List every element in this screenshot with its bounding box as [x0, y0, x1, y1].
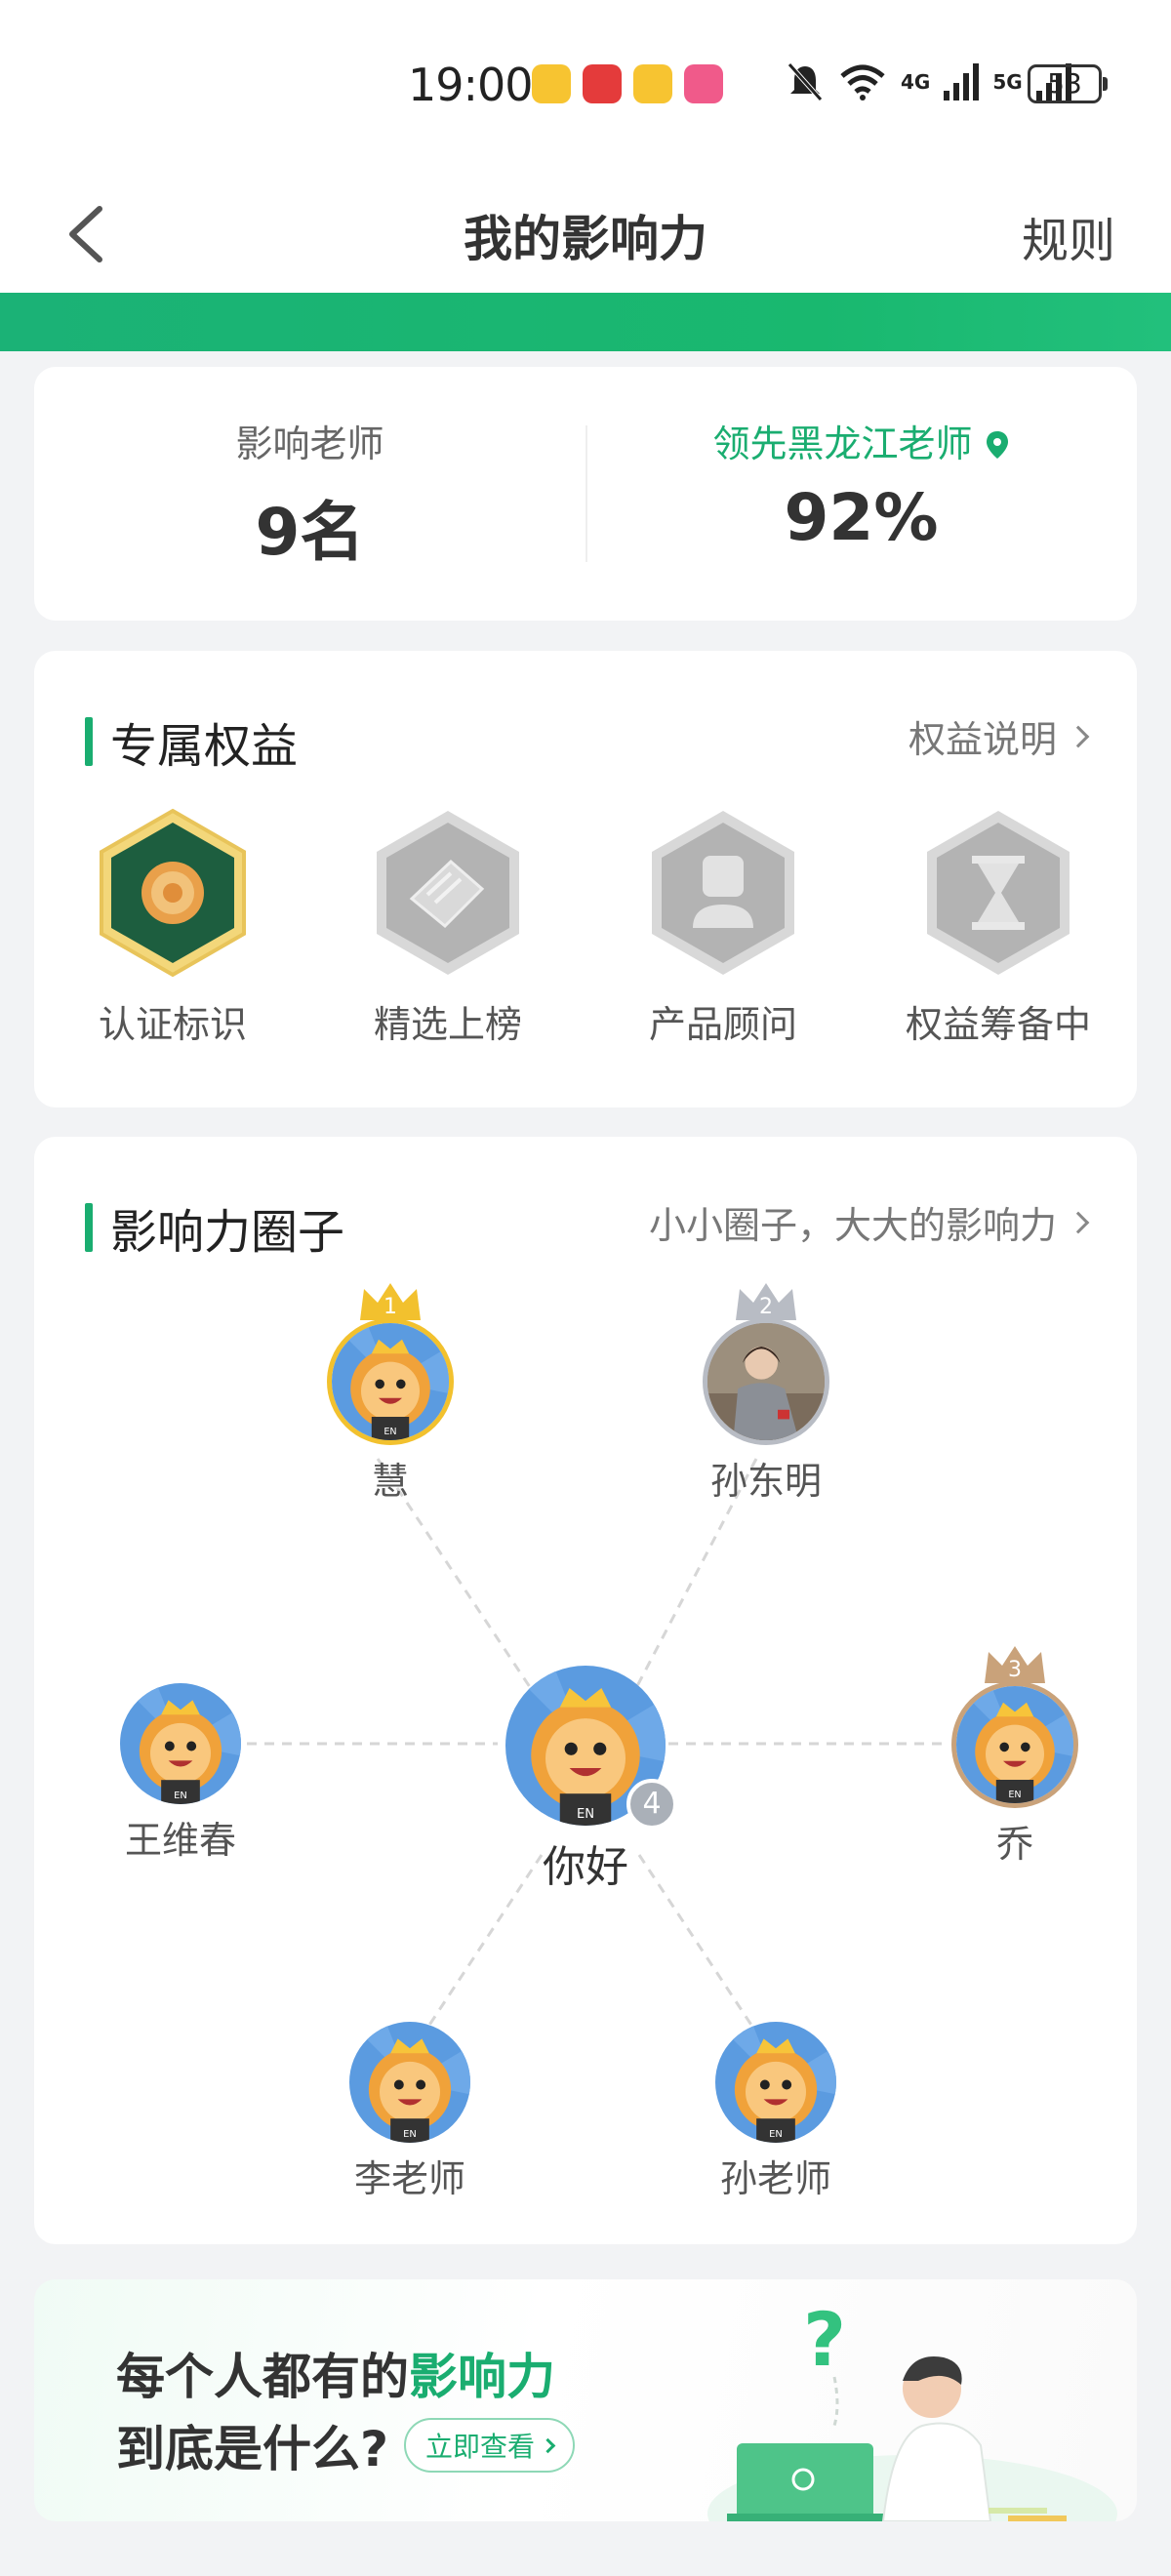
- promo-text: 每个人都有的: [116, 2349, 409, 2405]
- avatar: [715, 2022, 836, 2143]
- badge-certification[interactable]: 认证标识: [56, 807, 290, 1048]
- stats-card: 影响老师 9名 领先黑龙江老师 92%: [34, 367, 1137, 621]
- influenced-teachers-stat: 影响老师 9名: [34, 414, 586, 574]
- badge-label: 精选上榜: [373, 1003, 522, 1046]
- avatar: [120, 1683, 241, 1804]
- bilibili-app-icon: [684, 64, 723, 103]
- gold-crown-icon: 1: [360, 1283, 421, 1320]
- button-label: 立即查看: [425, 2431, 536, 2463]
- nav-bar: 我的影响力 规则: [0, 171, 1171, 293]
- thinking-person-illustration: ?: [707, 2296, 1117, 2521]
- stat-value: 9名: [255, 495, 365, 570]
- page-title: 我的影响力: [464, 211, 707, 267]
- circle-member-4[interactable]: 王维春: [102, 1683, 259, 1864]
- view-now-button[interactable]: 立即查看: [404, 2418, 576, 2473]
- signal-icon: [944, 63, 980, 101]
- chevron-right-icon: [540, 2437, 556, 2453]
- member-name: 慧: [371, 1460, 409, 1503]
- featured-list-badge-icon: [377, 811, 519, 975]
- status-app-icons: [532, 64, 723, 103]
- bronze-crown-icon: 3: [985, 1646, 1045, 1683]
- current-user-name: 你好: [543, 1842, 628, 1892]
- wifi-icon: [840, 64, 885, 101]
- influence-circle-card: 影响力圈子 小小圈子，大大的影响力 1 慧 2 孙东明 3 乔 王维春 4 你好…: [34, 1137, 1137, 2244]
- silver-crown-icon: 2: [736, 1283, 796, 1320]
- stat-value: 92%: [784, 480, 939, 555]
- badge-product-advisor[interactable]: 产品顾问: [606, 807, 840, 1048]
- hourglass-badge-icon: [927, 811, 1070, 975]
- section-header: 专属权益: [85, 707, 298, 776]
- current-user-node[interactable]: 4 你好: [498, 1666, 677, 1894]
- battery-indicator: 53: [1028, 64, 1108, 103]
- mute-bell-icon: [787, 62, 823, 101]
- member-name: 王维春: [124, 1819, 236, 1862]
- lead-percentage-stat: 领先黑龙江老师 92%: [586, 414, 1137, 555]
- rank-badge: 4: [626, 1779, 677, 1830]
- member-name: 乔: [995, 1823, 1033, 1866]
- avatar: [349, 2022, 470, 2143]
- stat-label: 影响老师: [235, 423, 384, 465]
- circle-member-1[interactable]: 1 慧: [312, 1281, 468, 1505]
- weibo-app-icon: [633, 64, 672, 103]
- circle-member-2[interactable]: 2 孙东明: [688, 1281, 844, 1505]
- section-title: 专属权益: [110, 719, 299, 774]
- chevron-right-icon: [1067, 725, 1090, 747]
- exclusive-rights-card: 专属权益 权益说明 认证标识 精选上榜 产品顾问 权益筹备中: [34, 651, 1137, 1107]
- stat-label: 领先黑龙江老师: [586, 414, 1137, 465]
- promo-highlight: 影响力: [409, 2349, 555, 2405]
- certification-badge-icon: [100, 808, 246, 978]
- badge-featured-list[interactable]: 精选上榜: [331, 807, 565, 1048]
- lead-label-text: 领先黑龙江老师: [712, 423, 973, 465]
- member-name: 李老师: [353, 2157, 465, 2200]
- promo-subline: 到底是什么? 立即查看: [116, 2410, 576, 2480]
- avatar-photo: [703, 1318, 829, 1445]
- avatar: [327, 1318, 454, 1445]
- circle-member-6[interactable]: 孙老师: [698, 2022, 854, 2202]
- status-time: 19:00: [408, 59, 534, 111]
- promo-headline: 每个人都有的影响力: [116, 2338, 555, 2408]
- svg-text:?: ?: [803, 2296, 846, 2383]
- network-4g-label: 4G: [901, 70, 931, 94]
- badge-label: 产品顾问: [648, 1003, 797, 1046]
- location-pin-icon: [986, 431, 1008, 459]
- section-accent-bar: [85, 717, 93, 766]
- weibo-app-icon: [532, 64, 571, 103]
- promo-question: 到底是什么?: [116, 2421, 389, 2477]
- member-name: 孙老师: [719, 2157, 831, 2200]
- huawei-app-icon: [583, 64, 622, 103]
- badge-label: 权益筹备中: [905, 1003, 1091, 1046]
- avatar: [951, 1681, 1078, 1808]
- link-label: 权益说明: [908, 718, 1057, 761]
- rules-link[interactable]: 规则: [1022, 202, 1115, 270]
- rank-number: 3: [1008, 1658, 1022, 1682]
- circle-member-5[interactable]: 李老师: [332, 2022, 488, 2202]
- status-bar: 19:00 4G 5G 53: [0, 0, 1171, 171]
- member-name: 孙东明: [709, 1460, 822, 1503]
- product-advisor-badge-icon: [652, 811, 794, 975]
- badge-label: 认证标识: [98, 1003, 247, 1046]
- rights-explanation-link[interactable]: 权益说明: [908, 709, 1090, 763]
- header-band: [0, 293, 1171, 351]
- influence-promo-banner[interactable]: 每个人都有的影响力 到底是什么? 立即查看 ?: [34, 2279, 1137, 2521]
- network-5g-label: 5G: [992, 70, 1023, 94]
- badge-coming-soon[interactable]: 权益筹备中: [881, 807, 1115, 1048]
- circle-member-3[interactable]: 3 乔: [937, 1644, 1093, 1868]
- rank-number: 2: [759, 1295, 773, 1319]
- avatar-wrap: 4: [505, 1666, 677, 1830]
- rank-number: 1: [384, 1295, 397, 1319]
